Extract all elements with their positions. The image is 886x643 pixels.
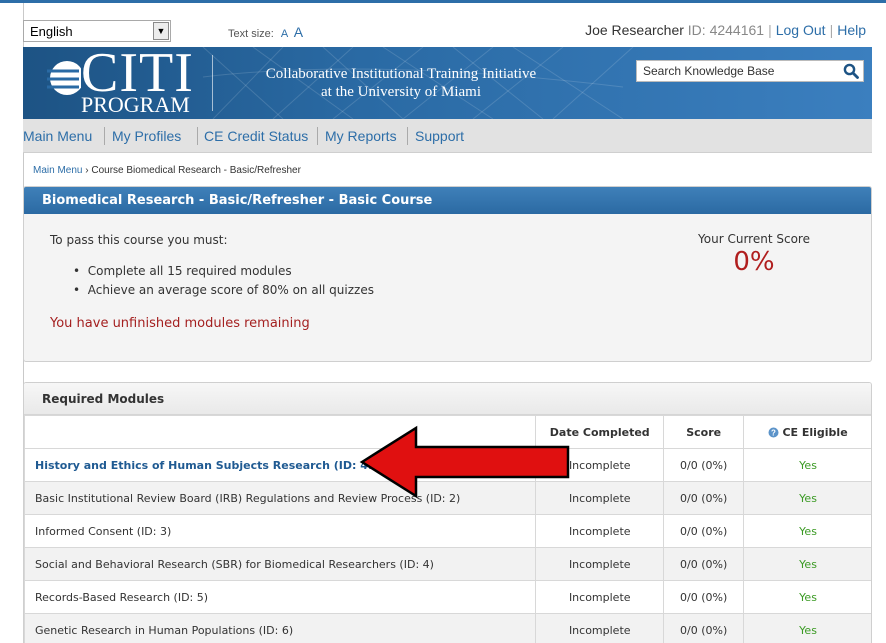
help-link[interactable]: Help xyxy=(837,22,866,38)
utility-bar: English ▼ Text size: A A Joe Researcher … xyxy=(23,20,872,42)
logout-link[interactable]: Log Out xyxy=(776,22,826,38)
requirement-item: • Complete all 15 required modules xyxy=(73,264,292,278)
pass-requirements-intro: To pass this course you must: xyxy=(50,233,228,247)
nav-separator xyxy=(197,127,198,145)
search-box xyxy=(636,60,864,82)
nav-main-menu[interactable]: Main Menu xyxy=(23,128,92,144)
breadcrumb-main-menu[interactable]: Main Menu xyxy=(33,165,82,176)
citi-logo[interactable]: CITI PROGRAM xyxy=(45,47,215,117)
score-cell: 0/0 (0%) xyxy=(663,547,745,581)
site-banner: CITI PROGRAM Collaborative Institutional… xyxy=(23,47,872,119)
banner-title: Collaborative Institutional Training Ini… xyxy=(221,65,581,101)
module-name-cell: Informed Consent (ID: 3) xyxy=(24,514,537,548)
table-row: Informed Consent (ID: 3) Incomplete 0/0 … xyxy=(24,514,871,548)
date-cell: Incomplete xyxy=(535,613,665,643)
breadcrumb-current: Course Biomedical Research - Basic/Refre… xyxy=(91,165,301,176)
user-box: Joe Researcher ID: 4244161 | Log Out | Help xyxy=(585,22,866,38)
user-id: ID: 4244161 xyxy=(687,22,765,38)
top-accent-bar xyxy=(0,0,886,3)
course-title: Biomedical Research - Basic/Refresher - … xyxy=(24,187,871,214)
banner-divider xyxy=(212,55,213,111)
score-cell: 0/0 (0%) xyxy=(663,514,745,548)
nav-my-profiles[interactable]: My Profiles xyxy=(112,128,181,144)
score-label: Your Current Score xyxy=(698,232,810,246)
date-cell: Incomplete xyxy=(535,514,665,548)
required-modules-panel: Required Modules Date Completed Score ? C… xyxy=(23,382,872,643)
column-header-score: Score xyxy=(663,415,745,449)
ce-eligible-label: CE Eligible xyxy=(782,425,848,439)
nav-separator xyxy=(104,127,105,145)
globe-icon xyxy=(47,61,81,95)
date-cell: Incomplete xyxy=(535,547,665,581)
banner-title-line2: at the University of Miami xyxy=(321,84,481,100)
ce-cell: Yes xyxy=(743,547,871,581)
language-value: English xyxy=(30,24,73,39)
search-icon[interactable] xyxy=(843,63,859,79)
breadcrumb: Main Menu › Course Biomedical Research -… xyxy=(33,165,301,176)
nav-support[interactable]: Support xyxy=(415,128,464,144)
module-link[interactable]: History and Ethics of Human Subjects Res… xyxy=(35,459,388,472)
nav-ce-credit-status[interactable]: CE Credit Status xyxy=(204,128,308,144)
ce-cell: Yes xyxy=(743,514,871,548)
separator: | xyxy=(829,22,834,38)
logo-program-text: PROGRAM xyxy=(81,92,190,117)
ce-cell: Yes xyxy=(743,481,871,515)
table-row: Records-Based Research (ID: 5) Incomplet… xyxy=(24,580,871,614)
text-size-control: Text size: A A xyxy=(228,24,303,40)
nav-separator xyxy=(407,127,408,145)
nav-my-reports[interactable]: My Reports xyxy=(325,128,397,144)
ce-cell: Yes xyxy=(743,448,871,482)
user-name: Joe Researcher xyxy=(585,22,684,38)
main-nav: Main Menu My Profiles CE Credit Status M… xyxy=(23,119,872,153)
module-name-cell: Social and Behavioral Research (SBR) for… xyxy=(24,547,537,581)
score-cell: 0/0 (0%) xyxy=(663,580,745,614)
score-cell: 0/0 (0%) xyxy=(663,481,745,515)
info-icon[interactable]: ? xyxy=(768,427,779,438)
score-cell: 0/0 (0%) xyxy=(663,448,745,482)
dropdown-arrow-icon[interactable]: ▼ xyxy=(153,22,169,40)
svg-text:?: ? xyxy=(771,428,776,437)
score-cell: 0/0 (0%) xyxy=(663,613,745,643)
module-name-cell: Records-Based Research (ID: 5) xyxy=(24,580,537,614)
table-row: Genetic Research in Human Populations (I… xyxy=(24,613,871,643)
breadcrumb-separator: › xyxy=(85,165,89,176)
ce-cell: Yes xyxy=(743,613,871,643)
search-input[interactable] xyxy=(637,61,837,81)
separator: | xyxy=(768,22,772,38)
nav-separator xyxy=(317,127,318,145)
red-arrow-annotation xyxy=(359,425,570,499)
requirement-text: Complete all 15 required modules xyxy=(87,264,292,278)
date-cell: Incomplete xyxy=(535,580,665,614)
ce-cell: Yes xyxy=(743,580,871,614)
unfinished-warning: You have unfinished modules remaining xyxy=(50,316,310,331)
course-panel: Biomedical Research - Basic/Refresher - … xyxy=(23,186,872,362)
required-modules-title: Required Modules xyxy=(24,383,871,415)
banner-title-line1: Collaborative Institutional Training Ini… xyxy=(265,66,537,82)
requirement-item: • Achieve an average score of 80% on all… xyxy=(73,283,374,297)
requirement-text: Achieve an average score of 80% on all q… xyxy=(87,283,374,297)
text-size-large-button[interactable]: A xyxy=(294,24,303,40)
text-size-label: Text size: xyxy=(228,28,274,40)
module-name-cell: Genetic Research in Human Populations (I… xyxy=(24,613,537,643)
column-header-ce: ? CE Eligible xyxy=(743,415,871,449)
text-size-small-button[interactable]: A xyxy=(281,28,288,40)
score-value: 0% xyxy=(733,247,775,277)
language-select[interactable]: English ▼ xyxy=(23,20,171,42)
table-row: Social and Behavioral Research (SBR) for… xyxy=(24,547,871,581)
